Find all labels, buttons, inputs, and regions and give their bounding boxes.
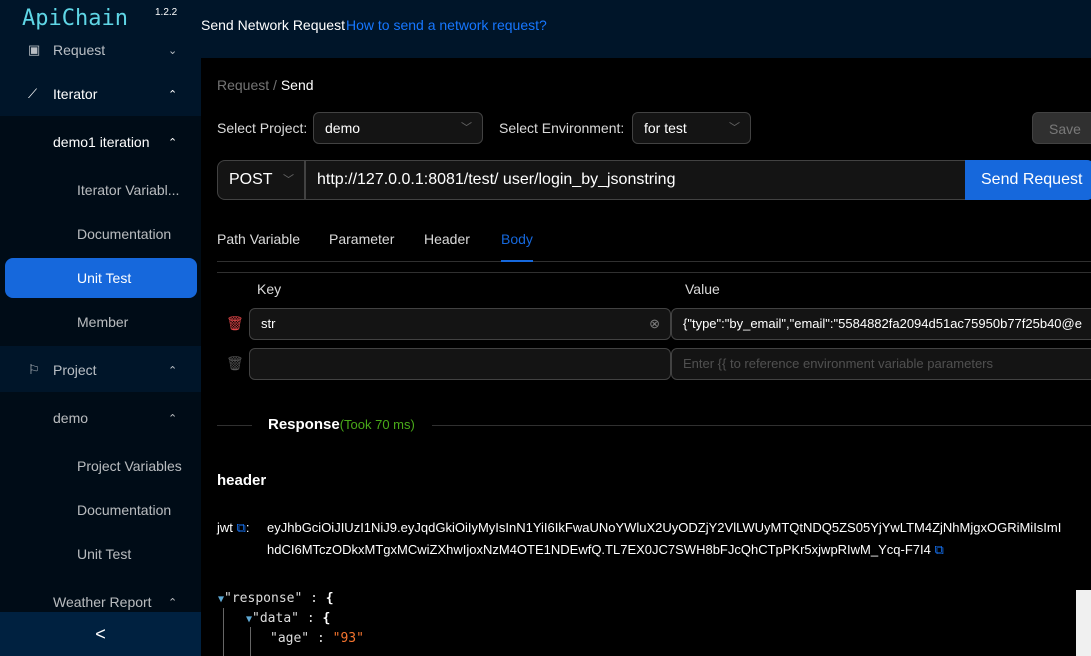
new-key-input[interactable] (249, 348, 671, 380)
sidebar-item-project-variables[interactable]: Project Variables (0, 444, 201, 488)
save-button[interactable]: Save (1032, 112, 1091, 144)
chevron-up-icon: ⌃ (168, 136, 178, 149)
chevron-down-icon: ﹀ (283, 174, 294, 186)
response-time: (Took 70 ms) (339, 417, 415, 432)
chevron-up-icon: ⌃ (168, 596, 178, 609)
response-label: Response (268, 416, 340, 433)
value-input[interactable]: {"type":"by_email","email":"5584882fa209… (671, 308, 1091, 340)
sidebar-item-demo1-iteration[interactable]: demo1 iteration ⌃ (0, 120, 201, 164)
response-header-title: header (217, 472, 267, 489)
json-key: "data" (252, 611, 299, 626)
json-colon: : (306, 611, 315, 626)
copy-icon[interactable]: ⧉ (237, 520, 246, 535)
method-select[interactable]: POST ﹀ (217, 160, 305, 200)
sidebar-item-project[interactable]: ⚐ Project ⌃ (0, 348, 201, 392)
key-input[interactable]: str ⊗ (249, 308, 671, 340)
tabs-divider (217, 261, 1091, 262)
chevron-up-icon: ⌃ (168, 88, 178, 101)
tree-guide (250, 627, 251, 656)
tab-parameter[interactable]: Parameter (329, 231, 394, 247)
tab-body[interactable]: Body (501, 231, 533, 247)
sidebar-item-unit-test-2[interactable]: Unit Test (0, 532, 201, 576)
chevron-up-icon: ⌃ (168, 364, 178, 377)
breadcrumb-sep: / (273, 77, 277, 93)
chevron-down-icon: ﹀ (461, 122, 472, 134)
response-title: Response(Took 70 ms) (268, 416, 415, 433)
method-value: POST (229, 171, 273, 188)
json-key: "age" (270, 631, 310, 646)
environment-label: Select Environment: (499, 120, 625, 136)
request-icon: ▣ (28, 42, 41, 57)
breadcrumb-current: Send (280, 77, 314, 93)
page-title: Send Network Request (201, 17, 345, 33)
copy-icon[interactable]: ⧉ (935, 542, 944, 557)
key-column-header: Key (257, 281, 282, 297)
delete-row-icon[interactable]: 🗑 (226, 355, 244, 372)
breadcrumb: Request / Send (217, 77, 314, 93)
json-node-data[interactable]: ▼"data" : { (218, 609, 364, 629)
json-key: "response" (224, 591, 303, 606)
response-json-tree: ▼"response" : { ▼"data" : { "age" : "93" (218, 589, 364, 648)
sidebar-item-unit-test[interactable]: Unit Test (5, 258, 197, 298)
json-colon: : (316, 631, 325, 646)
new-value-input[interactable]: Enter {{ to reference environment variab… (671, 348, 1091, 380)
project-value: demo (325, 120, 361, 136)
response-divider-right (432, 425, 1091, 426)
key-value: str (261, 316, 276, 331)
send-request-button[interactable]: Send Request (965, 160, 1091, 200)
sidebar-item-documentation[interactable]: Documentation (0, 212, 201, 256)
jwt-value-line2: hdCI6MTczODkxMTgxMCwiZXhwIjoxNzM4OTE1NDE… (267, 539, 944, 561)
sidebar: ApiChain 1.2.2 ▣ Request ⌄ ⟋ Iterator ⌃ demo… (0, 0, 201, 656)
tab-path-variable[interactable]: Path Variable (217, 231, 300, 247)
sidebar-item-iterator-variables[interactable]: Iterator Variabl... (0, 168, 201, 212)
json-brace: { (322, 611, 331, 626)
chart-line-icon: ⟋ (28, 86, 38, 101)
json-colon: : (310, 591, 318, 606)
app-version: 1.2.2 (155, 7, 178, 18)
table-header-divider (217, 272, 1091, 273)
jwt-key: jwt (217, 520, 233, 535)
chevron-down-icon: ⌄ (168, 44, 178, 57)
project-select[interactable]: demo ﹀ (313, 112, 483, 144)
environment-value: for test (644, 120, 687, 136)
active-tab-indicator (501, 260, 533, 262)
response-scrollbar[interactable] (1076, 590, 1091, 656)
value-column-header: Value (685, 281, 720, 297)
clear-icon[interactable]: ⊗ (649, 309, 660, 339)
jwt-header: jwt ⧉: eyJhbGciOiJIUzI1NiJ9.eyJqdGkiOiIy… (217, 517, 1061, 557)
tab-header[interactable]: Header (424, 231, 470, 247)
jwt-value-line1: eyJhbGciOiJIUzI1NiJ9.eyJqdGkiOiIyMyIsInN… (267, 520, 1062, 535)
sidebar-item-iterator[interactable]: ⟋ Iterator ⌃ (0, 72, 201, 116)
top-header: Send Network Request How to send a networ… (201, 0, 1091, 58)
sidebar-item-request[interactable]: ▣ Request ⌄ (0, 28, 201, 72)
url-input[interactable]: http://127.0.0.1:8081/test/ user/login_b… (305, 160, 966, 200)
delete-row-icon[interactable]: 🗑 (226, 315, 244, 332)
environment-select[interactable]: for test ﹀ (632, 112, 751, 144)
sidebar-item-member[interactable]: Member (0, 300, 201, 344)
json-value: "93" (332, 631, 364, 646)
json-node-age: "age" : "93" (218, 629, 364, 648)
tree-guide (223, 608, 224, 656)
jwt-value-text: hdCI6MTczODkxMTgxMCwiZXhwIjoxNzM4OTE1NDE… (267, 542, 931, 557)
collapse-sidebar-button[interactable]: < (0, 612, 201, 656)
response-divider-left (217, 425, 252, 426)
sidebar-item-documentation-2[interactable]: Documentation (0, 488, 201, 532)
chevron-down-icon: ﹀ (729, 122, 740, 134)
help-link[interactable]: How to send a network request? (346, 17, 547, 33)
breadcrumb-parent[interactable]: Request (217, 77, 269, 93)
project-label: Select Project: (217, 120, 308, 136)
sidebar-item-demo[interactable]: demo ⌃ (0, 396, 201, 440)
flag-icon: ⚐ (28, 362, 40, 377)
json-node-response[interactable]: ▼"response" : { (218, 589, 364, 609)
chevron-up-icon: ⌃ (168, 412, 178, 425)
json-brace: { (325, 591, 334, 606)
